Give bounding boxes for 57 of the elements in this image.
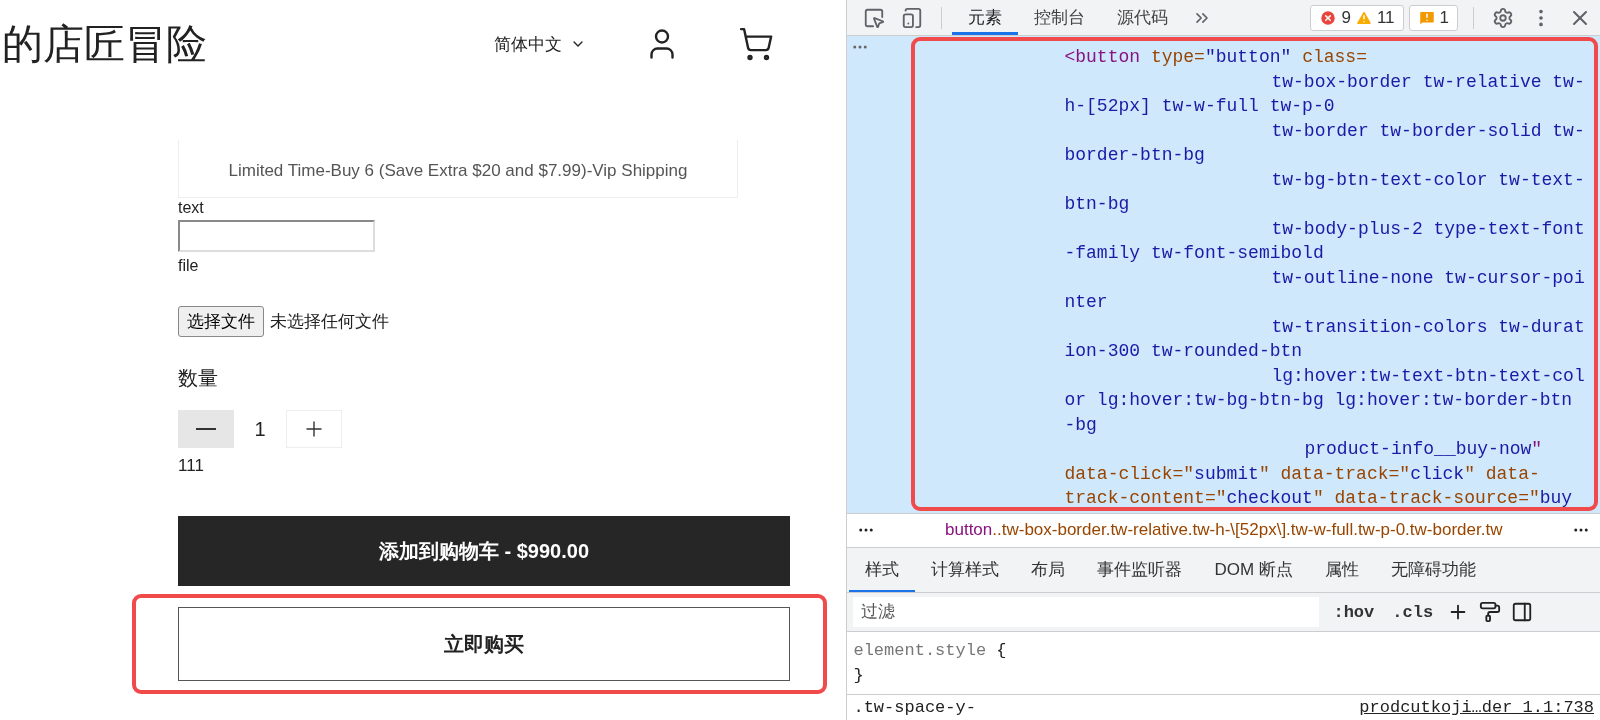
- code-line: h-[52px] tw-w-full tw-p-0: [1063, 95, 1336, 118]
- devtools-tab[interactable]: 控制台: [1018, 0, 1102, 35]
- styles-tab[interactable]: 布局: [1015, 548, 1082, 593]
- code-line: border-btn-bg: [1063, 144, 1206, 167]
- rule-selector: .tw-space-y-: [853, 697, 976, 719]
- quantity-label: 数量: [178, 366, 219, 391]
- code-line: lg:hover:tw-text-btn-text-col: [1270, 364, 1585, 388]
- devtools-tab[interactable]: 源代码: [1101, 0, 1185, 35]
- rule-selector: element.style: [853, 641, 987, 660]
- language-selector[interactable]: 简体中文: [494, 32, 587, 56]
- code-line: track-content="checkout" data-track-source="buy: [1063, 487, 1574, 510]
- styles-tab[interactable]: 事件监听器: [1081, 548, 1199, 593]
- styles-tab[interactable]: DOM 断点: [1198, 548, 1309, 593]
- code-line: <button type="button" class=: [1063, 46, 1368, 69]
- field-label: file: [178, 256, 200, 276]
- increase-button[interactable]: [286, 410, 342, 448]
- code-line: -family tw-font-semibold: [1063, 242, 1325, 265]
- field-label: text: [178, 198, 205, 218]
- styles-tab[interactable]: 无障碍功能: [1374, 548, 1492, 593]
- choose-file-button[interactable]: 选择文件: [178, 306, 264, 337]
- code-line: -bg: [1063, 413, 1098, 437]
- code-line: or lg:hover:tw-bg-btn-bg lg:hover:tw-border-btn: [1063, 389, 1574, 412]
- promo-banner: Limited Time-Buy 6 (Save Extra $20 and $7.99)-Vip Shipping: [178, 140, 738, 198]
- note-text: 111: [178, 456, 205, 476]
- error-icon: [1319, 8, 1338, 27]
- code-line: data-click="submit" data-track="click" data-: [1063, 462, 1541, 486]
- code-line: ion-300 tw-rounded-btn: [1063, 340, 1304, 363]
- store-title: 的店匠冒险: [2, 19, 207, 69]
- minus-icon: [196, 428, 216, 430]
- brace: {: [996, 641, 1007, 660]
- add-to-cart-button[interactable]: 添加到购物车 - $990.00: [178, 516, 790, 586]
- filter-field[interactable]: 过滤: [853, 597, 1320, 628]
- code-line: tw-transition-colors tw-durat: [1270, 315, 1585, 339]
- quantity-value: 1: [253, 417, 267, 441]
- console-counts[interactable]: 9 11: [1310, 4, 1404, 31]
- code-line: nter: [1063, 291, 1109, 314]
- styles-tab[interactable]: 计算样式: [915, 548, 1016, 593]
- file-status: 未选择任何文件: [270, 311, 389, 333]
- code-line: tw-box-border tw-relative tw-: [1270, 70, 1585, 94]
- code-line: tw-body-plus-2 type-text-font: [1270, 217, 1585, 241]
- styles-tab[interactable]: 属性: [1308, 548, 1375, 593]
- sidebar-toggle-icon[interactable]: [1511, 601, 1534, 624]
- code-line: btn-bg: [1063, 193, 1131, 216]
- source-link[interactable]: prodcutkoji…der_1.1:738: [1359, 695, 1594, 720]
- code-line: tw-border tw-border-solid tw-: [1270, 119, 1585, 143]
- brace: }: [853, 666, 864, 685]
- buy-now-button[interactable]: 立即购买: [178, 607, 790, 681]
- code-line: product-info__buy-now": [1303, 438, 1544, 461]
- issues-count[interactable]: 1: [1408, 4, 1458, 31]
- cart-icon[interactable]: [738, 26, 775, 62]
- paint-roller-icon[interactable]: [1479, 601, 1502, 624]
- code-line: tw-outline-none tw-cursor-poi: [1270, 266, 1585, 290]
- input-field[interactable]: [178, 220, 375, 252]
- code-line: tw-bg-btn-text-color tw-text-: [1270, 168, 1585, 192]
- class-toggle[interactable]: .cls: [1388, 602, 1438, 622]
- breadcrumb-item[interactable]: button..tw-box-border.tw-relative.tw-h-\[52px\].tw-w-full.tw-p-0.tw-border.tw: [945, 520, 1503, 541]
- hover-state-toggle[interactable]: :hov: [1329, 602, 1379, 622]
